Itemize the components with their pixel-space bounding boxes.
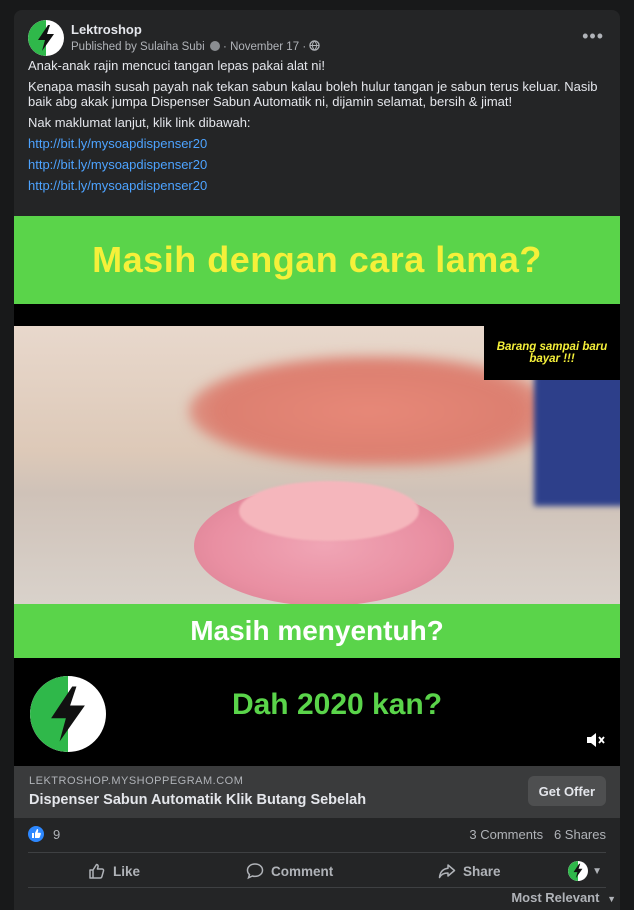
link-domain: LEKTROSHOP.MYSHOPPEGRAM.COM xyxy=(29,775,244,787)
comment-sort-dropdown[interactable]: Most Relevant ▼ xyxy=(511,890,616,905)
info-icon[interactable] xyxy=(209,41,220,51)
like-reaction-icon[interactable] xyxy=(28,826,44,842)
headline-bottom: Dah 2020 kan? xyxy=(231,688,443,721)
sleeve-image xyxy=(534,366,620,506)
action-bar: Like Comment Share ▼ xyxy=(28,853,606,889)
link-preview[interactable]: LEKTROSHOP.MYSHOPPEGRAM.COM Dispenser Sa… xyxy=(14,766,620,818)
chevron-down-icon: ▼ xyxy=(607,894,616,904)
account-avatar xyxy=(568,861,589,881)
published-by[interactable]: Published by Sulaiha Subi xyxy=(71,41,205,53)
headline-top-banner: Masih dengan cara lama? xyxy=(14,216,620,304)
share-count[interactable]: 6 Shares xyxy=(554,827,606,842)
mute-icon[interactable] xyxy=(586,732,606,753)
globe-icon xyxy=(309,40,321,51)
comment-share-counts: 3 Comments 6 Shares xyxy=(469,827,606,842)
video-player[interactable]: Masih dengan cara lama? Barang sampai ba… xyxy=(14,216,620,766)
comment-label: Comment xyxy=(271,863,334,879)
link-title[interactable]: Dispenser Sabun Automatik Klik Butang Se… xyxy=(29,792,366,808)
like-count[interactable]: 9 xyxy=(53,827,60,842)
like-label: Like xyxy=(113,863,141,879)
comment-count[interactable]: 3 Comments xyxy=(469,827,543,842)
more-options-icon[interactable]: ••• xyxy=(582,26,604,47)
headline-mid-banner: Masih menyentuh? xyxy=(14,604,620,658)
soap-bar-image xyxy=(239,481,419,541)
post-link[interactable]: http://bit.ly/mysoapdispenser20 xyxy=(28,157,608,172)
promo-tag: Barang sampai baru bayar !!! xyxy=(484,326,620,380)
promo-tag-text: Barang sampai baru bayar !!! xyxy=(496,341,608,365)
engagement-stats: 9 3 Comments 6 Shares xyxy=(28,824,606,844)
post-text-line: Nak maklumat lanjut, klik link dibawah: xyxy=(28,115,251,130)
get-offer-button[interactable]: Get Offer xyxy=(527,776,606,806)
divider xyxy=(28,887,606,888)
like-button[interactable]: Like xyxy=(88,853,140,889)
caret-down-icon: ▼ xyxy=(592,865,602,877)
post-card: Lektroshop Published by Sulaiha Subi · N… xyxy=(14,10,620,910)
post-header: Lektroshop Published by Sulaiha Subi · N… xyxy=(28,20,608,56)
headline-mid: Masih menyentuh? xyxy=(190,615,444,646)
page-avatar[interactable] xyxy=(28,20,64,56)
lektroshop-logo-icon xyxy=(28,20,54,56)
post-text: Anak-anak rajin mencuci tangan lepas pak… xyxy=(28,58,608,199)
video-frame[interactable]: Barang sampai baru bayar !!! xyxy=(14,326,620,604)
comment-sort-label: Most Relevant xyxy=(511,890,600,905)
post-text-line: Kenapa masih susah payah nak tekan sabun… xyxy=(28,79,598,109)
share-icon xyxy=(438,864,456,879)
comment-button[interactable]: Comment xyxy=(246,853,333,889)
post-link[interactable]: http://bit.ly/mysoapdispenser20 xyxy=(28,178,608,193)
post-date[interactable]: November 17 xyxy=(230,41,299,53)
share-button[interactable]: Share xyxy=(438,853,501,889)
post-text-line: Anak-anak rajin mencuci tangan lepas pak… xyxy=(28,58,326,73)
headline-top: Masih dengan cara lama? xyxy=(92,239,542,280)
posting-as-selector[interactable]: ▼ xyxy=(568,861,602,881)
comment-icon xyxy=(246,863,264,880)
post-link[interactable]: http://bit.ly/mysoapdispenser20 xyxy=(28,136,608,151)
lektroshop-logo-icon xyxy=(568,861,583,881)
post-meta: Published by Sulaiha Subi · November 17 … xyxy=(71,40,321,53)
share-label: Share xyxy=(463,863,501,879)
page-name[interactable]: Lektroshop xyxy=(71,22,142,37)
thumbs-up-icon xyxy=(89,863,105,879)
headline-bottom-banner: Dah 2020 kan? xyxy=(14,658,620,766)
